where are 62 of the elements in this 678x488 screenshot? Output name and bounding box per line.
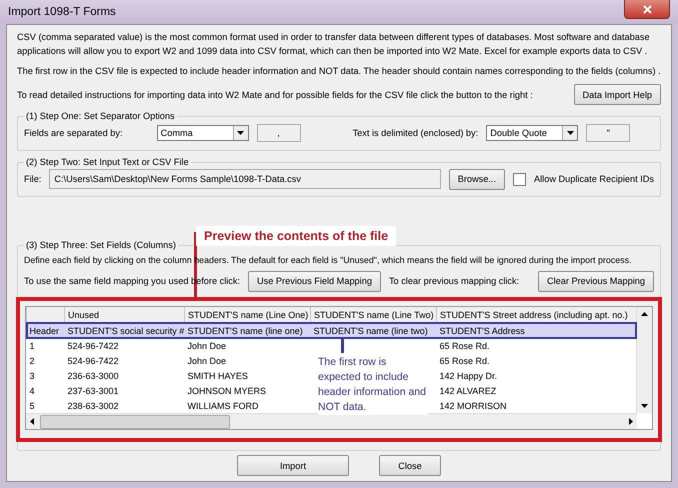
group-title: (1) Step One: Set Separator Options [25, 111, 176, 121]
row-header: 3 [28, 370, 36, 382]
group-title: (3) Step Three: Set Fields (Columns) [25, 240, 177, 250]
group-title: (2) Step Two: Set Input Text or CSV File [25, 157, 190, 167]
table-cell-text: 142 Happy Dr. [438, 370, 498, 383]
separator-char-field: , [256, 124, 301, 142]
close-icon [642, 4, 652, 14]
down-arrow-icon[interactable] [641, 404, 648, 408]
column-header[interactable]: STUDENT'S Street address (including apt. no.) [436, 307, 636, 322]
checkbox-label: Allow Duplicate Recipient IDs [534, 174, 654, 184]
left-arrow-icon[interactable] [30, 418, 34, 425]
table-cell-text: John Doe [186, 340, 228, 352]
row-header: 1 [28, 340, 36, 352]
scroll-thumb[interactable] [40, 415, 230, 429]
field-label: Fields are separated by: [24, 128, 123, 138]
table-cell-text: 65 Rose Rd. [438, 340, 491, 352]
file-path-field[interactable]: C:\Users\Sam\Desktop\New Forms Sample\1098-T-Data.csv [49, 169, 441, 189]
column-header[interactable]: Unused [64, 307, 184, 322]
table-cell-text: 65 Rose Rd. [438, 354, 491, 368]
close-button[interactable] [624, 0, 670, 19]
clear-mapping-button[interactable]: Clear Previous Mapping [538, 270, 654, 292]
annotation-note: The first row is expected to include header information and NOT data. [318, 355, 428, 415]
caret-icon [566, 131, 574, 135]
intro-text: CSV (comma separated value) is the most common format used in order to transfer data between different types of databases. Most software and database applications will allow you to export W2 and 1099 data into CSV format, which can then be imported into W2 Mate. Excel for example exports data to CSV . [17, 31, 651, 58]
annotation-callout: Preview the contents of the file [196, 226, 396, 246]
table-cell-text: 142 MORRISON [438, 400, 508, 412]
field-label: To clear previous mapping click: [388, 276, 520, 286]
horizontal-scrollbar[interactable] [26, 413, 637, 429]
row-header: 4 [28, 384, 36, 398]
table-cell-text: 524-96-7422 [66, 354, 120, 368]
right-arrow-icon[interactable] [629, 418, 633, 425]
corner-cell [26, 307, 64, 322]
column-header[interactable]: STUDENT'S name (Line One) [184, 307, 310, 322]
table-cell-text: 237-63-3001 [66, 384, 120, 398]
table-cell-text: 524-96-7422 [66, 340, 120, 352]
help-text: To read detailed instructions for importing data into W2 Mate and for possible fields for the CSV file click the button to the right : [17, 90, 533, 100]
field-label: Text is delimited (enclosed) by: [352, 128, 478, 138]
table-cell-text: 142 ALVAREZ [438, 384, 498, 398]
table-cell-text: John Doe [186, 354, 228, 368]
up-arrow-icon[interactable] [641, 312, 648, 316]
table-cell-text: WILLIAMS FORD [186, 400, 260, 412]
import-button[interactable]: Import [237, 455, 349, 476]
separator-dropdown[interactable]: Comma [156, 125, 249, 141]
browse-button[interactable]: Browse... [448, 168, 505, 190]
help-button[interactable]: Data Import Help [574, 84, 661, 105]
table-cell-text: JOHNSON MYERS [186, 384, 268, 398]
row-header: 5 [28, 400, 36, 412]
delimiter-dropdown[interactable]: Double Quote [486, 125, 578, 141]
vertical-scrollbar[interactable] [636, 307, 652, 413]
delimiter-char-field: " [586, 124, 630, 142]
field-label: File: [24, 174, 42, 184]
use-previous-mapping-button[interactable]: Use Previous Field Mapping [248, 270, 381, 292]
window-title: Import 1098-T Forms [8, 6, 116, 18]
caret-icon [237, 131, 244, 135]
close-dialog-button[interactable]: Close [379, 455, 441, 476]
table-cell-text: 236-63-3000 [66, 370, 120, 382]
row-header: 2 [28, 354, 36, 368]
intro-text: The first row in the CSV file is expected to include header information and NOT data. The header should contain names corresponding to the fields (columns) . [17, 65, 661, 78]
table-cell-text: SMITH HAYES [186, 370, 249, 382]
column-header[interactable]: STUDENT'S name (Line Two) [310, 307, 436, 322]
checkbox[interactable] [513, 172, 526, 186]
table-cell-text: 238-63-3002 [66, 400, 120, 412]
